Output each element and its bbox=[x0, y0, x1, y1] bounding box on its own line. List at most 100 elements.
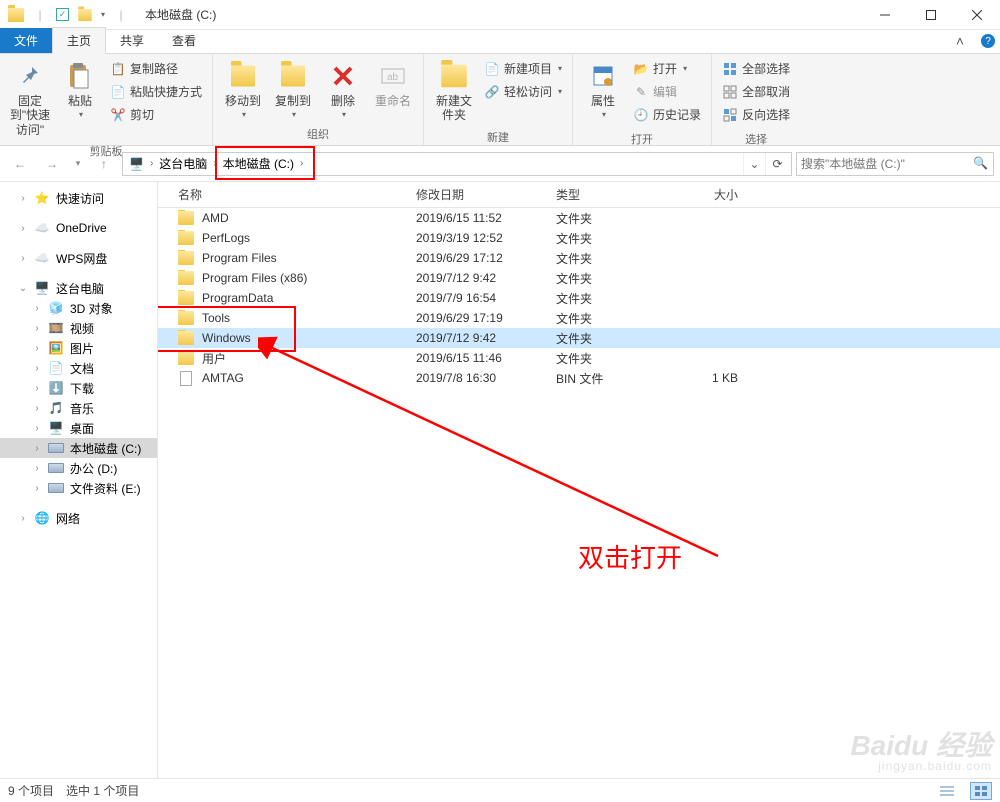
properties-button[interactable]: 属性▾ bbox=[579, 58, 627, 120]
view-icons-button[interactable] bbox=[970, 782, 992, 800]
view-details-button[interactable] bbox=[936, 782, 958, 800]
easy-access-button[interactable]: 🔗轻松访问▾ bbox=[480, 81, 566, 102]
copy-to-icon bbox=[277, 60, 309, 92]
file-date: 2019/7/9 16:54 bbox=[408, 291, 548, 305]
scissors-icon: ✂️ bbox=[110, 107, 126, 123]
rename-icon: ab bbox=[377, 60, 409, 92]
rename-button[interactable]: ab重命名 bbox=[369, 58, 417, 108]
file-row[interactable]: Tools2019/6/29 17:19文件夹 bbox=[158, 308, 1000, 328]
navitem-documents[interactable]: ›📄文档 bbox=[0, 358, 157, 378]
ribbon-collapse-button[interactable]: ˄ bbox=[948, 29, 972, 53]
history-button[interactable]: 🕘历史记录 bbox=[629, 104, 705, 125]
col-date[interactable]: 修改日期 bbox=[408, 186, 548, 203]
refresh-button[interactable]: ⟳ bbox=[765, 153, 789, 175]
forward-button[interactable]: → bbox=[38, 152, 66, 176]
paste-shortcut-icon: 📄 bbox=[110, 84, 126, 100]
copy-to-button[interactable]: 复制到▾ bbox=[269, 58, 317, 120]
recent-locations-button[interactable]: ▾ bbox=[70, 152, 86, 176]
col-name[interactable]: 名称 bbox=[158, 186, 408, 203]
file-row[interactable]: Windows2019/7/12 9:42文件夹 bbox=[158, 328, 1000, 348]
move-to-button[interactable]: 移动到▾ bbox=[219, 58, 267, 120]
file-row[interactable]: 用户2019/6/15 11:46文件夹 bbox=[158, 348, 1000, 368]
navitem-3d[interactable]: ›🧊3D 对象 bbox=[0, 298, 157, 318]
file-row[interactable]: ProgramData2019/7/9 16:54文件夹 bbox=[158, 288, 1000, 308]
documents-icon: 📄 bbox=[48, 360, 64, 376]
copy-path-icon: 📋 bbox=[110, 61, 126, 77]
select-all-button[interactable]: 全部选择 bbox=[718, 58, 794, 79]
back-button[interactable]: ← bbox=[6, 152, 34, 176]
invert-selection-button[interactable]: 反向选择 bbox=[718, 104, 794, 125]
file-row[interactable]: PerfLogs2019/3/19 12:52文件夹 bbox=[158, 228, 1000, 248]
copy-path-button[interactable]: 📋复制路径 bbox=[106, 58, 206, 79]
navitem-drive-e[interactable]: ›文件资料 (E:) bbox=[0, 478, 157, 498]
navitem-quick-access[interactable]: ›⭐快速访问 bbox=[0, 188, 157, 208]
navitem-music[interactable]: ›🎵音乐 bbox=[0, 398, 157, 418]
tab-share[interactable]: 共享 bbox=[106, 28, 158, 53]
navigation-pane[interactable]: ›⭐快速访问 ›☁️OneDrive ›☁️WPS网盘 ⌄🖥️这台电脑 ›🧊3D… bbox=[0, 182, 158, 778]
close-button[interactable] bbox=[954, 0, 1000, 30]
file-row[interactable]: AMTAG2019/7/8 16:30BIN 文件1 KB bbox=[158, 368, 1000, 388]
up-button[interactable]: ↑ bbox=[90, 152, 118, 176]
address-dropdown-button[interactable]: ⌄ bbox=[743, 153, 765, 175]
status-item-count: 9 个项目 bbox=[8, 782, 54, 799]
file-type: 文件夹 bbox=[548, 270, 656, 287]
file-type: 文件夹 bbox=[548, 250, 656, 267]
help-button[interactable]: ? bbox=[976, 29, 1000, 53]
tab-home[interactable]: 主页 bbox=[52, 27, 106, 54]
music-icon: 🎵 bbox=[48, 400, 64, 416]
navitem-downloads[interactable]: ›⬇️下载 bbox=[0, 378, 157, 398]
navitem-drive-d[interactable]: ›办公 (D:) bbox=[0, 458, 157, 478]
col-size[interactable]: 大小 bbox=[656, 186, 746, 203]
paste-shortcut-button[interactable]: 📄粘贴快捷方式 bbox=[106, 81, 206, 102]
column-headers: 名称 修改日期 类型 大小 bbox=[158, 182, 1000, 208]
file-date: 2019/7/8 16:30 bbox=[408, 371, 548, 385]
folder-icon bbox=[178, 310, 194, 326]
minimize-button[interactable] bbox=[862, 0, 908, 30]
tab-view[interactable]: 查看 bbox=[158, 28, 210, 53]
new-folder-button[interactable]: 新建文件夹 bbox=[430, 58, 478, 123]
navitem-drive-c[interactable]: ›本地磁盘 (C:) bbox=[0, 438, 157, 458]
breadcrumb-sep3-icon[interactable]: › bbox=[298, 158, 305, 169]
file-row[interactable]: Program Files (x86)2019/7/12 9:42文件夹 bbox=[158, 268, 1000, 288]
paste-button[interactable]: 粘贴 ▾ bbox=[56, 58, 104, 120]
desktop-icon: 🖥️ bbox=[48, 420, 64, 436]
navitem-desktop[interactable]: ›🖥️桌面 bbox=[0, 418, 157, 438]
col-type[interactable]: 类型 bbox=[548, 186, 656, 203]
navitem-onedrive[interactable]: ›☁️OneDrive bbox=[0, 218, 157, 238]
group-organize: 移动到▾ 复制到▾ 删除▾ ab重命名 组织 bbox=[213, 54, 424, 145]
breadcrumb-drive-c[interactable]: 本地磁盘 (C:) bbox=[219, 153, 298, 175]
qat-dropdown-icon[interactable]: ▾ bbox=[101, 10, 105, 19]
titlebar: | ✓ ▾ | 本地磁盘 (C:) bbox=[0, 0, 1000, 30]
navitem-network[interactable]: ›🌐网络 bbox=[0, 508, 157, 528]
file-list[interactable]: AMD2019/6/15 11:52文件夹PerfLogs2019/3/19 1… bbox=[158, 208, 1000, 778]
delete-button[interactable]: 删除▾ bbox=[319, 58, 367, 120]
navitem-thispc[interactable]: ⌄🖥️这台电脑 bbox=[0, 278, 157, 298]
qat-checkbox-icon[interactable]: ✓ bbox=[56, 8, 69, 21]
qat-separator: | bbox=[32, 7, 48, 23]
open-button[interactable]: 📂打开▾ bbox=[629, 58, 705, 79]
tab-file[interactable]: 文件 bbox=[0, 28, 52, 53]
file-row[interactable]: Program Files2019/6/29 17:12文件夹 bbox=[158, 248, 1000, 268]
cut-button[interactable]: ✂️剪切 bbox=[106, 104, 206, 125]
search-box[interactable]: 搜索"本地磁盘 (C:)" 🔍 bbox=[796, 152, 994, 176]
group-select: 全部选择 全部取消 反向选择 选择 bbox=[712, 54, 800, 145]
address-bar-row: ← → ▾ ↑ 🖥️ › 这台电脑 › 本地磁盘 (C:) › ⌄ ⟳ 搜索"本… bbox=[0, 146, 1000, 182]
pin-quick-access-button[interactable]: 固定到"快速访问" bbox=[6, 58, 54, 137]
new-item-button[interactable]: 📄新建项目▾ bbox=[480, 58, 566, 79]
window-title: 本地磁盘 (C:) bbox=[145, 6, 216, 23]
navitem-pictures[interactable]: ›🖼️图片 bbox=[0, 338, 157, 358]
file-name: AMTAG bbox=[202, 371, 244, 385]
address-bar[interactable]: 🖥️ › 这台电脑 › 本地磁盘 (C:) › ⌄ ⟳ bbox=[122, 152, 792, 176]
breadcrumb-root[interactable]: 🖥️ bbox=[125, 153, 148, 175]
navitem-videos[interactable]: ›🎞️视频 bbox=[0, 318, 157, 338]
select-none-button[interactable]: 全部取消 bbox=[718, 81, 794, 102]
file-row[interactable]: AMD2019/6/15 11:52文件夹 bbox=[158, 208, 1000, 228]
pin-icon bbox=[14, 60, 46, 92]
maximize-button[interactable] bbox=[908, 0, 954, 30]
breadcrumb-sep-icon[interactable]: › bbox=[148, 158, 155, 169]
navitem-wps[interactable]: ›☁️WPS网盘 bbox=[0, 248, 157, 268]
edit-button[interactable]: ✎编辑 bbox=[629, 81, 705, 102]
breadcrumb-sep2-icon[interactable]: › bbox=[211, 158, 218, 169]
file-name: Windows bbox=[202, 331, 251, 345]
breadcrumb-thispc[interactable]: 这台电脑 bbox=[155, 153, 211, 175]
